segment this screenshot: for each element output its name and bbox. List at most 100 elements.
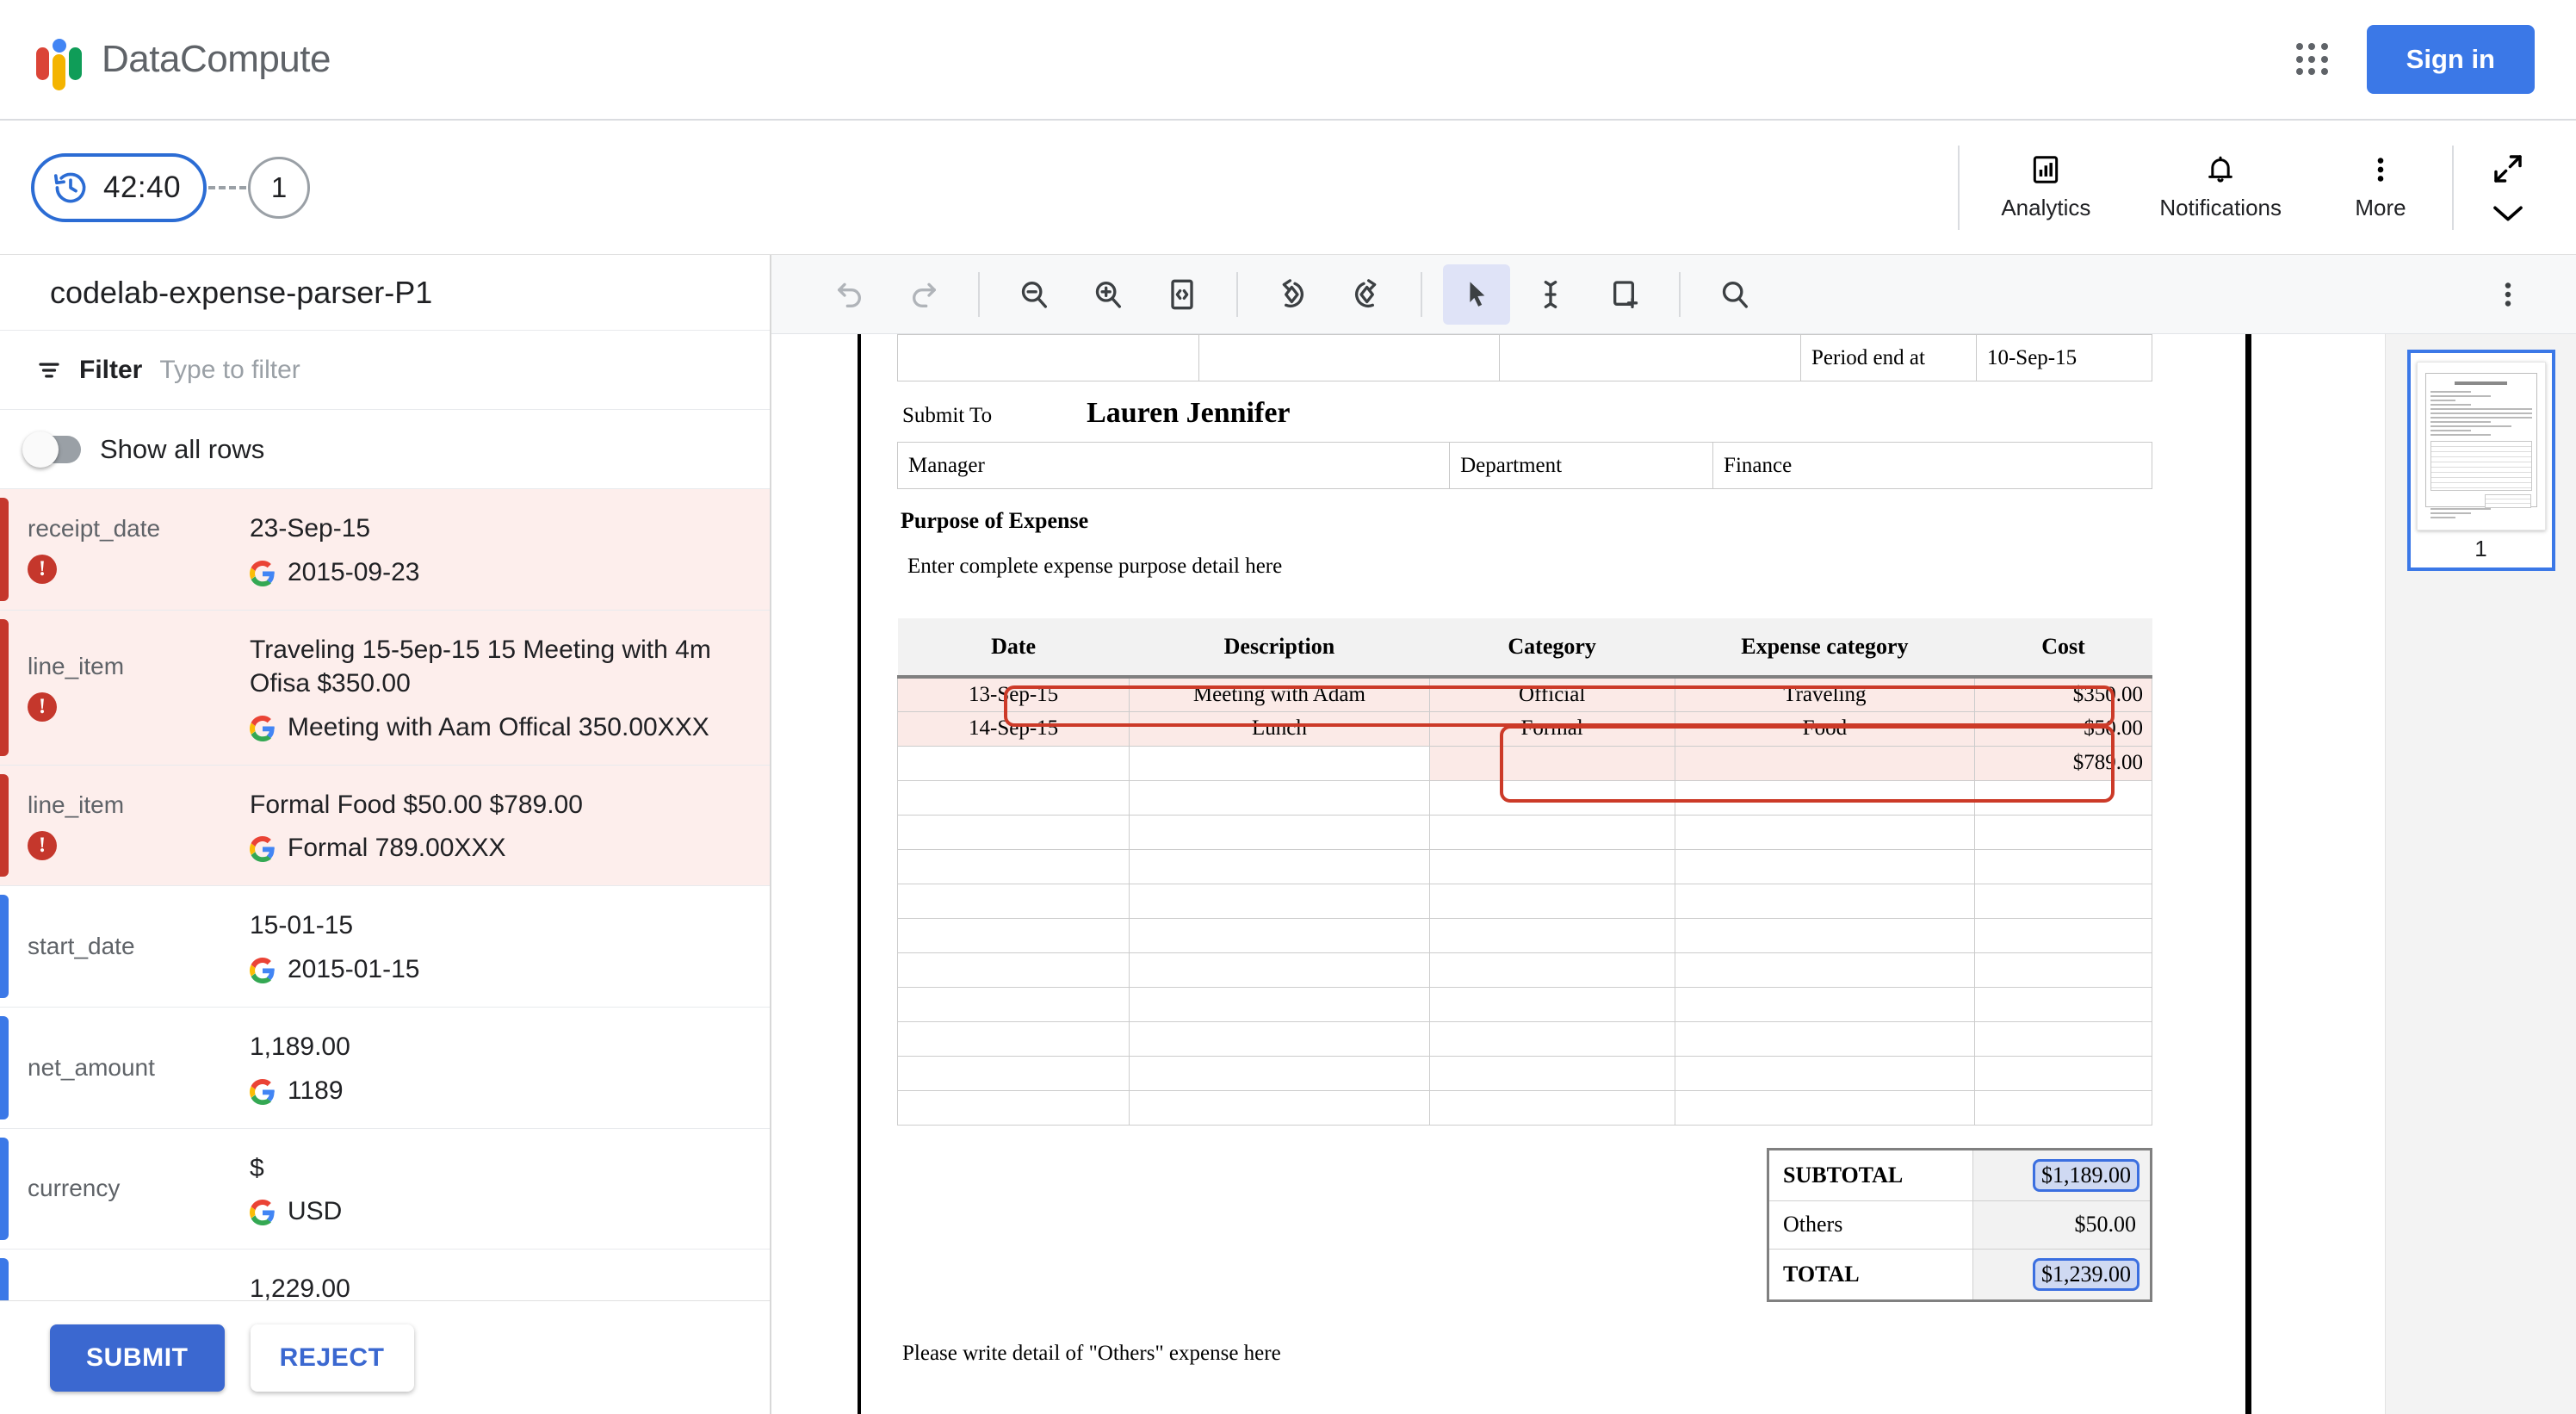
fit-page-code-icon[interactable] [1149, 264, 1216, 325]
others-value: $50.00 [1972, 1200, 2152, 1250]
table-row[interactable]: line_item ! Traveling 15-5ep-15 15 Meeti… [0, 610, 770, 765]
row-status-accent [0, 618, 9, 756]
expense-row: $789.00 [896, 745, 2152, 781]
subtotal-row: SUBTOTAL $1,189.00 [1767, 1148, 2152, 1201]
subtotal-value-cell: $1,189.00 [1972, 1148, 2152, 1201]
viewer-more-icon[interactable] [2474, 264, 2542, 325]
document-scroll-area[interactable]: Period end at 10-Sep-15 Submit To Lauren… [771, 334, 2385, 1414]
zoom-out-icon[interactable] [1000, 264, 1068, 325]
total-value-cell: $1,239.00 [1972, 1248, 2152, 1301]
extraction-rows-list: receipt_date ! 23-Sep-15 2015-09-23 line… [0, 489, 770, 1300]
brand-name: DataCompute [102, 38, 331, 80]
analytics-label: Analytics [2001, 195, 2091, 220]
show-all-rows-row[interactable]: Show all rows [0, 410, 770, 489]
notifications-button[interactable]: Notifications [2125, 140, 2316, 235]
analytics-button[interactable]: Analytics [1966, 140, 2125, 235]
sidebar-actions: SUBMIT REJECT [0, 1300, 770, 1414]
expense-row [896, 917, 2152, 953]
search-icon[interactable] [1701, 264, 1768, 325]
google-g-icon [250, 1078, 276, 1105]
submit-to-label: Submit To [902, 404, 993, 427]
error-icon: ! [28, 692, 57, 723]
field-suggestion: Meeting with Aam Offical 350.00XXX [250, 713, 744, 742]
table-row[interactable]: line_item ! Formal Food $50.00 $789.00 F… [0, 765, 770, 886]
page-title: codelab-expense-parser-P1 [0, 255, 770, 331]
sign-in-button[interactable]: Sign in [2366, 25, 2535, 94]
rotate-left-icon[interactable] [1259, 264, 1326, 325]
field-suggestion: 1189 [250, 1076, 350, 1106]
reject-button[interactable]: REJECT [250, 1324, 414, 1392]
field-key: start_date [28, 933, 135, 960]
chevron-down-icon[interactable] [2491, 202, 2525, 225]
more-button[interactable]: More [2316, 140, 2445, 235]
google-g-icon [250, 560, 276, 586]
col-description: Description [1129, 618, 1430, 679]
thumbnail-preview [2416, 362, 2546, 530]
more-vertical-icon [2364, 153, 2397, 186]
field-value: 1,189.00 [250, 1032, 350, 1061]
cell-cost: $789.00 [1974, 745, 2152, 781]
brand-logo-area[interactable]: DataCompute [34, 35, 331, 90]
cell-category: Official [1428, 676, 1675, 712]
field-value: 1,229.00 [250, 1274, 350, 1300]
col-category: Category [1429, 618, 1675, 679]
timer-value: 42:40 [103, 170, 182, 204]
col-expense-category: Expense category [1675, 618, 1975, 679]
main-content: codelab-expense-parser-P1 Filter Type to… [0, 255, 2576, 1414]
row-status-accent [0, 1137, 9, 1241]
task-toolbar: 42:40 1 Analytics Notifications More [0, 121, 2576, 255]
cell-category: Formal [1428, 710, 1675, 747]
app-header: DataCompute Sign in [0, 0, 2576, 121]
thumbnail-page-1[interactable]: 1 [2406, 350, 2555, 571]
show-all-rows-toggle[interactable] [22, 431, 81, 468]
select-cursor-icon[interactable] [1443, 264, 1510, 325]
apps-grid-icon[interactable] [2295, 43, 2329, 76]
row-status-accent [0, 498, 9, 601]
add-bounding-box-icon[interactable] [1591, 264, 1658, 325]
field-suggestion: USD [250, 1197, 342, 1226]
subtotal-label: SUBTOTAL [1767, 1148, 1974, 1201]
toolbar-divider-2 [2452, 145, 2454, 230]
viewer-canvas: Period end at 10-Sep-15 Submit To Lauren… [771, 334, 2576, 1414]
notifications-label: Notifications [2159, 195, 2282, 220]
zoom-in-icon[interactable] [1074, 264, 1142, 325]
expense-row [896, 848, 2152, 884]
submit-to-value: Lauren Jennifer [1087, 397, 1291, 429]
table-row[interactable]: net_amount 1,189.00 1189 [0, 1007, 770, 1128]
undo-icon[interactable] [816, 264, 883, 325]
col-cost: Cost [1974, 618, 2152, 679]
text-select-icon[interactable] [1517, 264, 1584, 325]
manager-department-table: Manager Department Finance [896, 442, 2152, 489]
others-row: Others $50.00 [1767, 1200, 2152, 1250]
redo-icon[interactable] [890, 264, 957, 325]
suggestion-text: Formal 789.00XXX [288, 834, 506, 863]
expand-diagonal-arrows-icon[interactable] [2490, 151, 2526, 187]
toolbar-divider-2 [1236, 271, 1238, 317]
google-g-icon [250, 1200, 276, 1226]
manager-row: Manager Department Finance [896, 442, 2152, 489]
table-row[interactable]: currency $ USD [0, 1128, 770, 1250]
step-indicator-1[interactable]: 1 [248, 156, 311, 219]
filter-input[interactable]: Type to filter [159, 356, 300, 385]
extraction-sidebar: codelab-expense-parser-P1 Filter Type to… [0, 255, 771, 1414]
department-label: Department [1449, 442, 1714, 489]
rotate-right-icon[interactable] [1333, 264, 1400, 325]
cell-cost: $50.00 [1974, 710, 2152, 747]
table-row[interactable]: receipt_date ! 23-Sep-15 2015-09-23 [0, 489, 770, 610]
toolbar-divider-3 [1421, 271, 1422, 317]
period-row: Period end at 10-Sep-15 [897, 334, 2153, 381]
table-row[interactable]: total_amount 1,229.00 122 [0, 1250, 770, 1300]
cell-description: Lunch [1129, 710, 1430, 747]
cell-date: 13-Sep-15 [896, 676, 1130, 712]
table-row[interactable]: start_date 15-01-15 2015-01-15 [0, 886, 770, 1007]
toolbar-divider [1958, 145, 1960, 230]
page-edge-left [858, 334, 861, 1414]
submit-button[interactable]: SUBMIT [50, 1324, 225, 1392]
timer-pill[interactable]: 42:40 [31, 152, 207, 222]
expense-row [896, 1055, 2152, 1091]
expense-row [896, 1020, 2152, 1057]
row-status-accent [0, 895, 9, 998]
submit-to-row: Submit To Lauren Jennifer [897, 381, 2152, 442]
datacompute-logo-icon [34, 35, 83, 90]
filter-bar[interactable]: Filter Type to filter [0, 331, 770, 410]
